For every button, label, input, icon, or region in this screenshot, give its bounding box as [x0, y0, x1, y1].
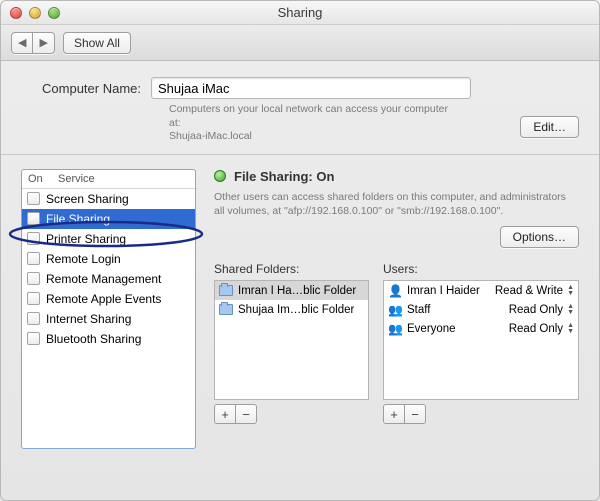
users-panel: Users: 👤 Imran I Haider Read & Write ▲▼ 👥 St… [383, 262, 579, 424]
detail-column: File Sharing: On Other users can access … [214, 169, 579, 449]
checkbox[interactable] [27, 252, 40, 265]
checkbox[interactable] [27, 272, 40, 285]
stepper-icon[interactable]: ▲▼ [567, 304, 574, 316]
svc-internet-sharing[interactable]: Internet Sharing [22, 309, 195, 329]
folder-row[interactable]: Imran I Ha…blic Folder [215, 281, 368, 300]
services-column: On Service Screen Sharing ✓ File Sharing … [21, 169, 196, 449]
user-icon: 👤 [388, 284, 402, 298]
svc-label: File Sharing [44, 212, 195, 226]
show-all-button[interactable]: Show All [63, 32, 131, 54]
status-row: File Sharing: On [214, 169, 579, 184]
remove-user-button[interactable]: − [404, 404, 426, 424]
edit-row: Edit… [21, 116, 579, 138]
note-line2: Shujaa-iMac.local [169, 130, 252, 142]
users-btnbar: + − [383, 404, 579, 424]
user-name: Everyone [407, 323, 456, 335]
content: Computer Name: Computers on your local n… [1, 61, 599, 469]
folder-name: Imran I Ha…blic Folder [238, 285, 356, 297]
users-inner: 👤 Imran I Haider Read & Write ▲▼ 👥 Staff Read… [384, 281, 578, 399]
stepper-icon[interactable]: ▲▼ [567, 323, 574, 335]
user-perm[interactable]: Read Only [509, 304, 563, 316]
shared-folders-panel: Shared Folders: Imran I Ha…blic Folder S… [214, 262, 369, 424]
computer-name-input[interactable] [151, 77, 471, 99]
titlebar: Sharing [1, 1, 599, 25]
svc-label: Printer Sharing [44, 232, 195, 246]
svc-printer-sharing[interactable]: Printer Sharing [22, 229, 195, 249]
checkbox[interactable] [27, 292, 40, 305]
shared-folders-list[interactable]: Imran I Ha…blic Folder Shujaa Im…blic Fo… [214, 280, 369, 400]
svc-label: Bluetooth Sharing [44, 332, 195, 346]
status-text: File Sharing: On [234, 169, 334, 184]
checkbox[interactable] [27, 332, 40, 345]
users-title: Users: [383, 262, 579, 276]
checkbox[interactable] [27, 312, 40, 325]
svc-label: Remote Apple Events [44, 292, 195, 306]
header-service: Service [58, 173, 95, 185]
add-folder-button[interactable]: + [214, 404, 236, 424]
svc-label: Screen Sharing [44, 192, 195, 206]
group-icon: 👥 [388, 303, 402, 317]
user-row[interactable]: 👥 Staff Read Only ▲▼ [384, 300, 578, 319]
svc-remote-management[interactable]: Remote Management [22, 269, 195, 289]
folder-row[interactable]: Shujaa Im…blic Folder [215, 300, 368, 319]
user-row[interactable]: 👥 Everyone Read Only ▲▼ [384, 319, 578, 338]
options-row: Options… [214, 226, 579, 248]
svc-label: Remote Management [44, 272, 195, 286]
forward-button[interactable]: ▶ [32, 32, 54, 54]
shared-folders-title: Shared Folders: [214, 262, 369, 276]
checkbox[interactable] [27, 192, 40, 205]
computer-name-label: Computer Name: [21, 81, 141, 96]
svc-remote-login[interactable]: Remote Login [22, 249, 195, 269]
users-list[interactable]: 👤 Imran I Haider Read & Write ▲▼ 👥 Staff Read… [383, 280, 579, 400]
user-name: Staff [407, 304, 430, 316]
checkbox[interactable] [27, 232, 40, 245]
window-title: Sharing [1, 5, 599, 20]
group-icon: 👥 [388, 322, 402, 336]
add-user-button[interactable]: + [383, 404, 405, 424]
header-on: On [28, 173, 58, 185]
options-button[interactable]: Options… [500, 226, 579, 248]
checkbox[interactable]: ✓ [27, 212, 40, 225]
user-name: Imran I Haider [407, 285, 480, 297]
stepper-icon[interactable]: ▲▼ [567, 285, 574, 297]
toolbar: ◀ ▶ Show All [1, 25, 599, 61]
services-list[interactable]: On Service Screen Sharing ✓ File Sharing … [21, 169, 196, 449]
services-header: On Service [22, 170, 195, 189]
folder-icon [219, 304, 233, 315]
columns: On Service Screen Sharing ✓ File Sharing … [21, 155, 579, 449]
status-dot-icon [214, 170, 226, 182]
svc-label: Remote Login [44, 252, 195, 266]
svc-remote-apple-events[interactable]: Remote Apple Events [22, 289, 195, 309]
services-items: Screen Sharing ✓ File Sharing Printer Sha… [22, 189, 195, 349]
svc-file-sharing[interactable]: ✓ File Sharing [22, 209, 195, 229]
edit-button[interactable]: Edit… [520, 116, 579, 138]
user-row[interactable]: 👤 Imran I Haider Read & Write ▲▼ [384, 281, 578, 300]
user-perm[interactable]: Read & Write [495, 285, 563, 297]
nav-segment: ◀ ▶ [11, 32, 55, 54]
folder-name: Shujaa Im…blic Folder [238, 304, 354, 316]
computer-name-row: Computer Name: [21, 77, 579, 99]
sharing-window: Sharing ◀ ▶ Show All Computer Name: Comp… [0, 0, 600, 501]
remove-folder-button[interactable]: − [235, 404, 257, 424]
folder-icon [219, 285, 233, 296]
svc-bluetooth-sharing[interactable]: Bluetooth Sharing [22, 329, 195, 349]
folders-btnbar: + − [214, 404, 369, 424]
user-perm[interactable]: Read Only [509, 323, 563, 335]
back-button[interactable]: ◀ [11, 32, 33, 54]
svc-label: Internet Sharing [44, 312, 195, 326]
status-description: Other users can access shared folders on… [214, 190, 579, 218]
svc-screen-sharing[interactable]: Screen Sharing [22, 189, 195, 209]
panels: Shared Folders: Imran I Ha…blic Folder S… [214, 262, 579, 424]
